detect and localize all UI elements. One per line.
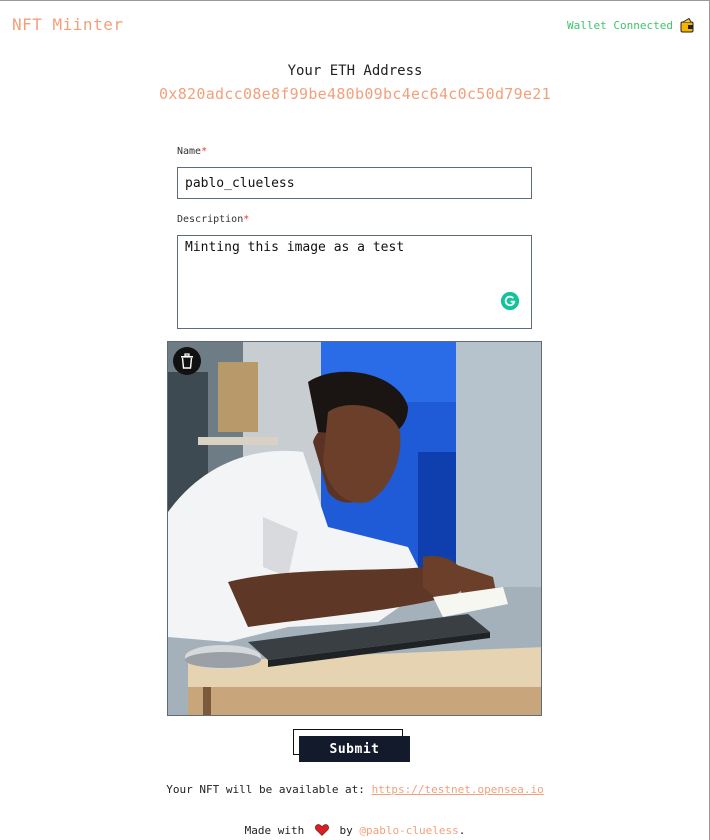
trash-icon: [181, 353, 193, 369]
name-label-text: Name: [177, 146, 202, 157]
grammarly-icon[interactable]: [501, 292, 519, 310]
heart-icon: [314, 824, 329, 839]
name-input[interactable]: [177, 167, 532, 199]
nft-availability-text: Your NFT will be available at: https://t…: [0, 783, 710, 796]
wallet-icon: [679, 17, 695, 33]
submit-area: Submit: [293, 729, 410, 762]
availability-label: Your NFT will be available at:: [166, 783, 372, 796]
uploaded-image-preview: [167, 341, 542, 716]
required-mark: *: [243, 214, 250, 225]
required-mark: *: [201, 146, 208, 157]
description-label: Description*: [177, 214, 249, 225]
wallet-status[interactable]: Wallet Connected: [567, 17, 695, 33]
footer-by: by: [339, 824, 353, 837]
delete-image-button[interactable]: [173, 347, 201, 375]
uploaded-photo: [168, 342, 541, 715]
opensea-link[interactable]: https://testnet.opensea.io: [372, 783, 544, 796]
brand-title: NFT Miinter: [12, 15, 124, 34]
footer-made-with: Made with: [244, 824, 305, 837]
footer-dot: .: [458, 824, 466, 837]
name-label: Name*: [177, 146, 207, 157]
footer: Made with by @pablo-clueless.: [0, 824, 710, 839]
eth-address-title: Your ETH Address: [287, 63, 423, 79]
description-label-text: Description: [177, 214, 244, 225]
wallet-status-text: Wallet Connected: [567, 18, 673, 32]
description-input[interactable]: Minting this image as a test: [178, 236, 531, 328]
author-handle-link[interactable]: @pablo-clueless: [359, 824, 458, 837]
description-field: Minting this image as a test: [177, 235, 532, 329]
eth-address-value: 0x820adcc08e8f99be480b09bc4ec64c0c50d79e…: [159, 85, 551, 103]
submit-button[interactable]: Submit: [299, 736, 410, 762]
